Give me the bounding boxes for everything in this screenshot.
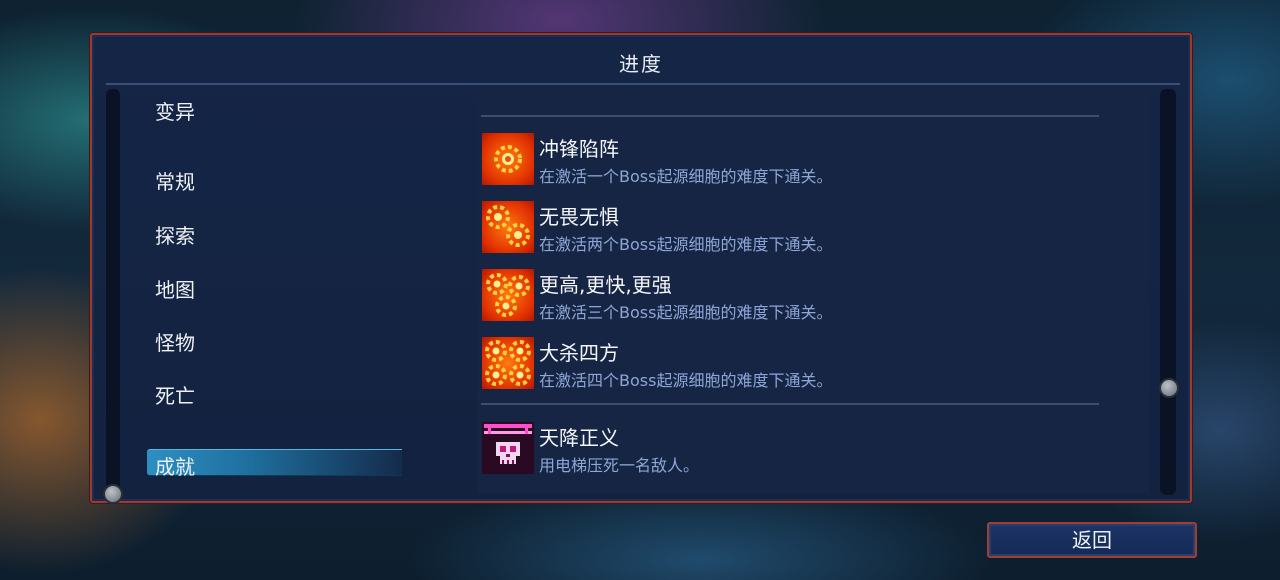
boss-cell-2-icon <box>482 201 534 253</box>
back-button[interactable]: 返回 <box>987 522 1197 558</box>
achievement-name: 冲锋陷阵 <box>539 137 619 161</box>
title-divider <box>106 83 1180 85</box>
faded-previous-row <box>487 87 1107 101</box>
category-achievements[interactable]: 成就 <box>155 451 195 480</box>
boss-cell-4-icon <box>482 337 534 389</box>
achievement-description: 在激活一个Boss起源细胞的难度下通关。 <box>539 167 833 186</box>
achievement-scroll-handle[interactable] <box>1159 378 1179 398</box>
elevator-skull-icon <box>482 422 534 474</box>
achievement-name: 更高,更快,更强 <box>539 273 672 297</box>
achievement-name: 天降正义 <box>539 426 619 450</box>
achievement-row[interactable]: 大杀四方 在激活四个Boss起源细胞的难度下通关。 <box>482 337 1122 393</box>
achievement-description: 在激活四个Boss起源细胞的难度下通关。 <box>539 371 833 390</box>
achievement-row[interactable]: 更高,更快,更强 在激活三个Boss起源细胞的难度下通关。 <box>482 269 1122 325</box>
achievement-row[interactable]: 冲锋陷阵 在激活一个Boss起源细胞的难度下通关。 <box>482 133 1122 189</box>
list-divider <box>481 403 1099 405</box>
category-map[interactable]: 地图 <box>155 274 195 303</box>
category-general[interactable]: 常规 <box>155 166 195 195</box>
achievement-row[interactable]: 天降正义 用电梯压死一名敌人。 <box>482 422 1122 478</box>
achievement-name: 大杀四方 <box>539 341 619 365</box>
achievement-description: 在激活三个Boss起源细胞的难度下通关。 <box>539 303 833 322</box>
boss-cell-1-icon <box>482 133 534 185</box>
progress-panel: 进度 变异 常规 探索 地图 怪物 死亡 成就 冲锋陷阵 在激活一个Boss起源… <box>90 33 1192 504</box>
category-deaths[interactable]: 死亡 <box>155 380 195 409</box>
list-divider <box>481 115 1099 117</box>
category-scroll-handle[interactable] <box>103 484 123 504</box>
achievement-name: 无畏无惧 <box>539 205 619 229</box>
category-monsters[interactable]: 怪物 <box>155 327 195 356</box>
achievement-list: 冲锋陷阵 在激活一个Boss起源细胞的难度下通关。 无畏无惧 在激活两个Boss… <box>477 87 1149 493</box>
boss-cell-3-icon <box>482 269 534 321</box>
achievement-description: 用电梯压死一名敌人。 <box>539 456 700 475</box>
panel-title: 进度 <box>619 52 663 76</box>
achievement-description: 在激活两个Boss起源细胞的难度下通关。 <box>539 235 833 254</box>
category-scrollbar[interactable] <box>106 89 120 493</box>
category-exploration[interactable]: 探索 <box>155 220 195 249</box>
category-mutations[interactable]: 变异 <box>155 96 195 125</box>
achievement-row[interactable]: 无畏无惧 在激活两个Boss起源细胞的难度下通关。 <box>482 201 1122 257</box>
achievement-scrollbar[interactable] <box>1160 89 1176 495</box>
